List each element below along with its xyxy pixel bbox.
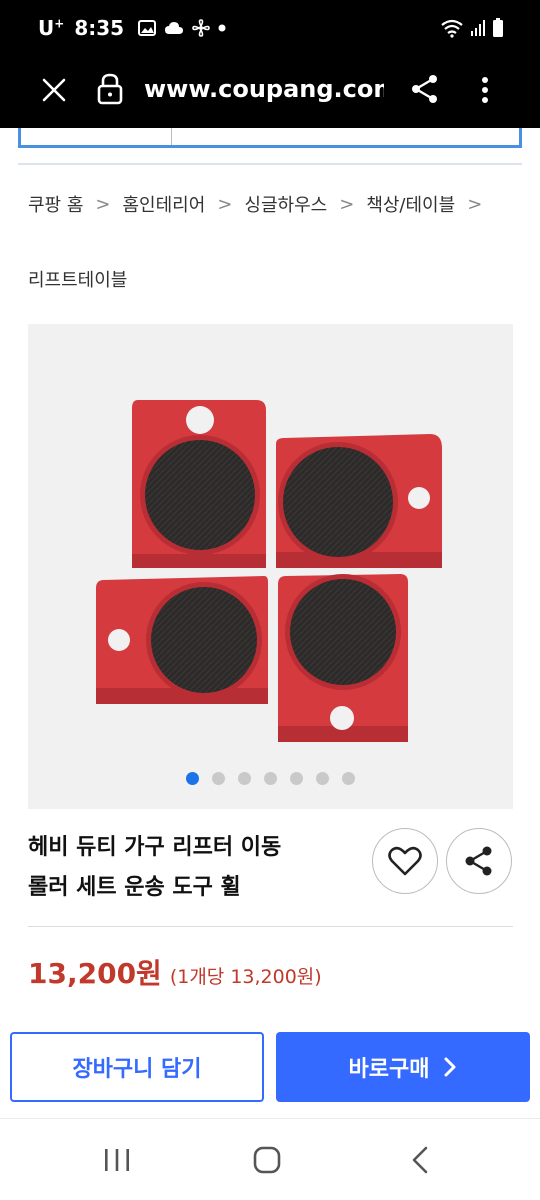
sale-price: 13,200원: [28, 957, 162, 990]
breadcrumb-single-house[interactable]: 싱글하우스: [244, 191, 327, 217]
carousel-dot[interactable]: [316, 772, 329, 785]
browser-menu-button[interactable]: [470, 70, 500, 110]
add-to-cart-button[interactable]: 장바구니 담기: [10, 1032, 264, 1102]
carousel-dot[interactable]: [212, 772, 225, 785]
wishlist-button[interactable]: [372, 828, 438, 894]
carrier-label: U+: [38, 16, 65, 40]
breadcrumb-subcategory[interactable]: 리프트테이블: [28, 266, 127, 292]
status-notification-icons: [138, 19, 226, 37]
status-time: 8:35: [74, 16, 125, 40]
browser-share-button[interactable]: [408, 72, 442, 106]
mover-block-bottom-left: [96, 576, 268, 704]
chevron-right-icon: [444, 1057, 456, 1077]
breadcrumb-home[interactable]: 쿠팡 홈: [28, 191, 83, 217]
carousel-dot[interactable]: [186, 772, 199, 785]
recent-apps-icon: [105, 1149, 129, 1171]
price-divider: [28, 926, 513, 927]
battery-icon: [493, 18, 503, 37]
buy-now-label: 바로구매: [348, 1057, 430, 1082]
url-bar[interactable]: www.coupang.com/vp/products: [144, 72, 384, 106]
lock-icon[interactable]: [96, 72, 124, 106]
home-button[interactable]: [252, 1145, 282, 1175]
mover-block-bottom-right: [278, 574, 408, 742]
back-button[interactable]: [406, 1145, 436, 1175]
status-right: [440, 18, 504, 38]
chevron-right-icon: >: [467, 193, 483, 215]
home-icon: [253, 1146, 281, 1174]
share-product-button[interactable]: [446, 828, 512, 894]
product-title: 헤비 듀티 가구 리프터 이동 롤러 세트 운송 도구 휠: [28, 828, 348, 908]
unit-price: (1개당 13,200원): [169, 966, 322, 988]
chevron-right-icon: >: [217, 193, 233, 215]
cloud-icon: [165, 22, 184, 34]
search-divider: [171, 128, 172, 145]
carousel-dot[interactable]: [238, 772, 251, 785]
fan-icon: [192, 19, 210, 37]
system-navigation-bar: [0, 1118, 540, 1200]
signal-icon: [471, 20, 485, 36]
search-bar[interactable]: [18, 128, 522, 148]
buy-now-button[interactable]: 바로구매: [276, 1032, 530, 1102]
add-to-cart-label: 장바구니 담기: [72, 1057, 202, 1082]
carousel-dot[interactable]: [290, 772, 303, 785]
chevron-right-icon: >: [339, 193, 355, 215]
product-title-line2: 롤러 세트 운송 도구 휠: [28, 875, 241, 900]
close-tab-button[interactable]: [38, 74, 70, 106]
price-block: 13,200원 (1개당 13,200원): [28, 952, 322, 992]
back-icon: [412, 1146, 428, 1174]
close-icon: [42, 78, 66, 102]
share-icon: [465, 846, 492, 876]
carousel-indicator: [28, 772, 513, 788]
breadcrumb-desk-table[interactable]: 책상/테이블: [366, 191, 455, 217]
status-bar: U+ 8:35: [0, 0, 540, 60]
mover-block-top-right: [276, 434, 442, 568]
header-divider: [18, 163, 522, 165]
more-vertical-icon: [482, 77, 488, 103]
recent-apps-button[interactable]: [102, 1147, 132, 1173]
breadcrumb-home-interior[interactable]: 홈인테리어: [123, 191, 206, 217]
status-left: U+ 8:35: [38, 16, 226, 40]
product-image[interactable]: [28, 324, 513, 809]
dot-icon: [218, 24, 226, 32]
heart-icon: [388, 846, 422, 876]
chevron-right-icon: >: [95, 193, 111, 215]
browser-toolbar: www.coupang.com/vp/products: [0, 60, 540, 128]
carousel-dot[interactable]: [342, 772, 355, 785]
carousel-dot[interactable]: [264, 772, 277, 785]
furniture-mover-illustration: [96, 400, 442, 742]
product-title-line1: 헤비 듀티 가구 리프터 이동: [28, 835, 282, 860]
share-icon: [412, 75, 437, 103]
wifi-icon: [441, 19, 463, 38]
breadcrumb: 쿠팡 홈 > 홈인테리어 > 싱글하우스 > 책상/테이블 >: [28, 190, 494, 218]
gallery-icon: [138, 20, 157, 36]
mover-block-top-left: [132, 400, 266, 568]
